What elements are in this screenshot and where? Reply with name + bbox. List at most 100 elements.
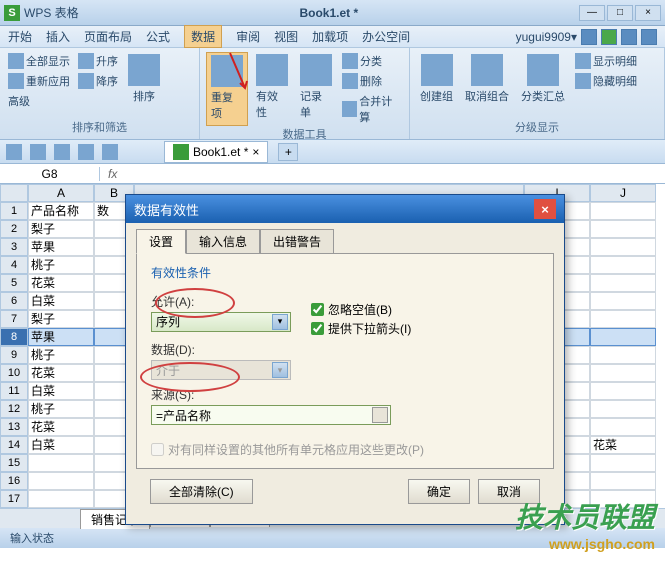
cell[interactable] [590,382,656,400]
menu-workspace[interactable]: 办公空间 [362,28,410,45]
cell[interactable]: 花菜 [28,364,94,382]
duplicates-button[interactable]: 重复项 [206,52,248,126]
cell[interactable] [590,310,656,328]
tab-error-alert[interactable]: 出错警告 [260,229,334,254]
add-tab[interactable]: + [278,143,298,161]
cell[interactable] [28,454,94,472]
cell[interactable] [28,472,94,490]
qat-new[interactable] [4,143,24,161]
clear-all-button[interactable]: 全部清除(C) [150,479,253,504]
settings-icon[interactable] [621,29,637,45]
range-picker-icon[interactable] [372,407,388,423]
create-group-button[interactable]: 创建组 [416,52,457,119]
cell[interactable]: 花菜 [28,274,94,292]
ungroup-button[interactable]: 取消组合 [461,52,513,119]
subtotal-button[interactable]: 分类汇总 [517,52,569,119]
cell[interactable]: 梨子 [28,220,94,238]
hide-detail[interactable]: 隐藏明细 [573,72,639,90]
source-input[interactable]: =产品名称 [151,405,391,425]
menu-formula[interactable]: 公式 [146,28,170,45]
row-header[interactable]: 4 [0,256,28,274]
cell[interactable] [590,202,656,220]
row-header[interactable]: 6 [0,292,28,310]
cell[interactable]: 花菜 [590,436,656,454]
cell[interactable] [590,346,656,364]
cell[interactable] [590,238,656,256]
cell[interactable] [590,256,656,274]
tab-input-message[interactable]: 输入信息 [186,229,260,254]
advanced[interactable]: 高级 [6,92,72,110]
classify[interactable]: 分类 [340,52,403,70]
help-icon[interactable] [581,29,597,45]
name-box[interactable]: G8 [0,167,100,181]
dialog-close-button[interactable]: × [534,199,556,219]
row-header[interactable]: 7 [0,310,28,328]
cell[interactable]: 梨子 [28,310,94,328]
qat-print[interactable] [76,143,96,161]
document-tab[interactable]: Book1.et * × [164,141,268,163]
cell[interactable]: 花菜 [28,418,94,436]
cell[interactable] [590,472,656,490]
validation-button[interactable]: 有效性 [252,52,292,126]
col-header[interactable]: J [590,184,656,202]
tab-close-icon[interactable]: × [252,145,259,159]
allow-combo[interactable]: 序列 ▾ [151,312,291,332]
row-header[interactable]: 11 [0,382,28,400]
sort-desc[interactable]: 降序 [76,72,120,90]
row-header[interactable]: 3 [0,238,28,256]
cell[interactable] [590,292,656,310]
cell[interactable] [590,400,656,418]
cell[interactable] [590,454,656,472]
cell[interactable]: 苹果 [28,238,94,256]
ignore-blank-checkbox[interactable]: 忽略空值(B) [311,301,411,318]
qat-save[interactable] [52,143,72,161]
tab-settings[interactable]: 设置 [136,229,186,254]
row-header[interactable]: 13 [0,418,28,436]
row-header[interactable]: 17 [0,490,28,508]
ok-button[interactable]: 确定 [408,479,470,504]
fx-label[interactable]: fx [100,167,125,181]
del-dup[interactable]: 删除 [340,72,403,90]
dialog-title-bar[interactable]: 数据有效性 × [126,195,564,223]
info-icon[interactable] [641,29,657,45]
cell[interactable]: 苹果 [28,328,94,346]
row-header[interactable]: 12 [0,400,28,418]
row-header[interactable]: 16 [0,472,28,490]
dropdown-checkbox[interactable]: 提供下拉箭头(I) [311,320,411,337]
row-header[interactable]: 10 [0,364,28,382]
cell[interactable]: 白菜 [28,292,94,310]
menu-data[interactable]: 数据 [184,25,222,48]
row-header[interactable]: 5 [0,274,28,292]
row-header[interactable]: 9 [0,346,28,364]
qat-undo[interactable] [100,143,120,161]
chevron-down-icon[interactable]: ▾ [272,314,288,330]
show-all[interactable]: 全部显示 [6,52,72,70]
col-header[interactable]: A [28,184,94,202]
sort-asc[interactable]: 升序 [76,52,120,70]
qat-open[interactable] [28,143,48,161]
cell[interactable] [590,220,656,238]
select-all-corner[interactable] [0,184,28,202]
cell[interactable]: 白菜 [28,382,94,400]
minimize-button[interactable]: — [579,5,605,21]
close-button[interactable]: × [635,5,661,21]
row-header[interactable]: 8 [0,328,28,346]
cell[interactable] [590,364,656,382]
maximize-button[interactable]: □ [607,5,633,21]
row-header[interactable]: 2 [0,220,28,238]
menu-view[interactable]: 视图 [274,28,298,45]
show-detail[interactable]: 显示明细 [573,52,639,70]
menu-review[interactable]: 审阅 [236,28,260,45]
menu-addins[interactable]: 加载项 [312,28,348,45]
row-header[interactable]: 14 [0,436,28,454]
row-header[interactable]: 15 [0,454,28,472]
cell[interactable] [590,418,656,436]
cell[interactable]: 产品名称 [28,202,94,220]
sort-button[interactable]: 排序 [124,52,164,119]
user-menu[interactable]: yugui9909▾ [516,30,577,44]
menu-start[interactable]: 开始 [8,28,32,45]
d-icon[interactable] [601,29,617,45]
reapply[interactable]: 重新应用 [6,72,72,90]
row-header[interactable]: 1 [0,202,28,220]
cell[interactable] [28,490,94,508]
